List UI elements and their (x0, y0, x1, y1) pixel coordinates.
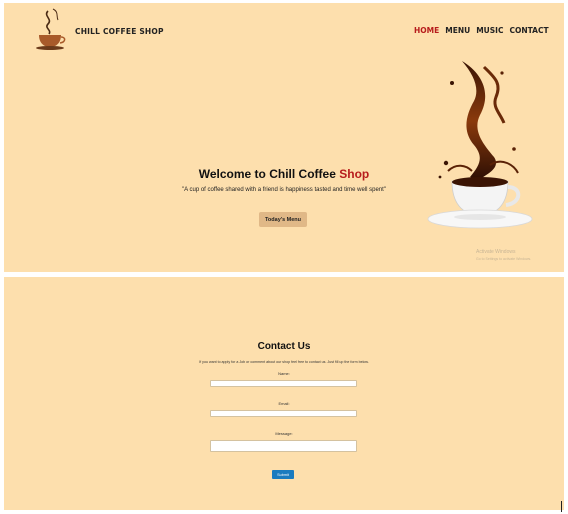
email-label: Email: (278, 401, 290, 406)
nav-home[interactable]: HOME (414, 26, 439, 35)
coffee-cup-logo-icon[interactable] (31, 7, 69, 51)
contact-title: Contact Us (257, 341, 311, 352)
hero-title-accent: Shop (339, 167, 370, 181)
nav-menu[interactable]: MENU (445, 26, 470, 35)
watermark-subtitle: Go to Settings to activate Windows. (476, 257, 532, 261)
email-field[interactable] (210, 410, 357, 417)
contact-section: Contact Us If you want to apply for a Jo… (4, 277, 564, 510)
main-nav: HOME MENU MUSIC CONTACT (414, 26, 549, 35)
nav-music[interactable]: MUSIC (476, 26, 503, 35)
todays-menu-button[interactable]: Today's Menu (259, 212, 307, 227)
watermark-title: Activate Windows (476, 249, 516, 255)
nav-contact[interactable]: CONTACT (509, 26, 548, 35)
brand-name[interactable]: CHILL COFFEE SHOP (75, 27, 164, 36)
hero-title-main: Welcome to Chill Coffee (198, 167, 336, 181)
submit-button[interactable]: Submit (272, 470, 294, 479)
name-label: Name: (278, 371, 290, 376)
page-edge-marker (561, 501, 562, 512)
message-field[interactable] (210, 440, 357, 452)
hero-section: CHILL COFFEE SHOP HOME MENU MUSIC CONTAC… (4, 3, 564, 272)
message-label: Message: (275, 431, 293, 436)
coffee-splash-cup-image (427, 61, 533, 229)
contact-intro: If you want to apply for a Job or commen… (199, 360, 369, 364)
activate-windows-watermark: Activate Windows Go to Settings to activ… (476, 249, 531, 263)
name-field[interactable] (210, 380, 357, 387)
